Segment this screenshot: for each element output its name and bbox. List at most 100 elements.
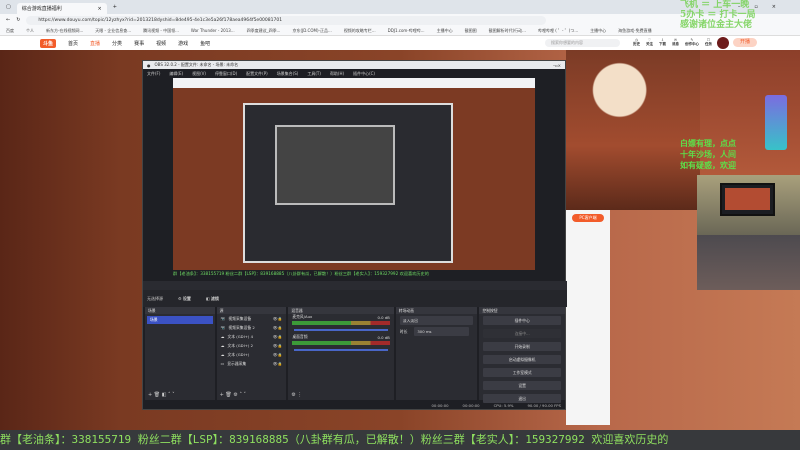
transition-select[interactable]: 淡入淡出 [399,316,474,325]
desktop-volume-slider[interactable] [294,349,388,351]
bookmark[interactable]: 哔哩哔哩 ( ゜- ゜)つ... [538,28,578,34]
nav-home[interactable]: 首页 [68,40,78,47]
no-source-label: 无选择源 [147,295,163,301]
menu-plugins[interactable]: 插件中心(C) [353,71,375,77]
mixer-dock: 混音器 麦克风/Aux 0.0 dB 桌面音频 0.0 dB ⚙ ⋮ [288,307,394,400]
scene-item[interactable]: 场景 [147,316,213,324]
messages-button[interactable]: ✉ 消息 [672,38,679,47]
search-input[interactable]: 搜索你想要的内容 [545,39,620,47]
history-button[interactable]: ◷ 历史 [633,38,640,47]
menu-help[interactable]: 帮助(H) [330,71,344,77]
tasks-button[interactable]: ☐ 任务 [705,38,712,47]
plugin-center-button[interactable]: 插件中心 [483,316,561,325]
bookmark[interactable]: 个人 [26,28,34,34]
obs-menu-bar: 文件(F) 编辑(E) 视图(V) 停靠窗口(D) 配置文件(P) 场景集合(S) 工具(T… [143,69,565,78]
bookmark[interactable]: 视频的攻略专栏... [344,28,376,34]
webcam-lower [697,235,800,290]
obs-preview[interactable] [173,78,535,270]
obs-window-controls[interactable]: –▫× [553,63,561,68]
reload-icon[interactable]: ↻ [16,17,20,23]
bookmark[interactable]: 截图解析时代(行动... [489,28,526,34]
overlay-top-text: 飞机 ＝ 上车一晚 5办卡 ＝ 打卡一局 感谢诸位金主大佬 [680,0,756,30]
nav-category[interactable]: 分类 [112,40,122,47]
source-item[interactable]: ☁ 文本 (GDI+) 👁🔒 [217,350,287,359]
bookmark[interactable]: 天眼 - 企业信息查... [95,28,131,34]
nav-events[interactable]: 赛事 [134,40,144,47]
menu-tools[interactable]: 工具(T) [307,71,321,77]
nav-video[interactable]: 视频 [156,40,166,47]
obs-logo-icon: ● [147,62,151,68]
creator-center-button[interactable]: ✎ 创作中心 [685,38,699,47]
event-badge[interactable] [765,95,787,150]
mixer-title: 混音器 [288,307,394,314]
settings-button[interactable]: 设置 [483,381,561,390]
tab-actions-icon[interactable]: ▢ [6,4,11,10]
new-tab-icon[interactable]: + [113,4,117,10]
bookmark[interactable]: 截图图 [465,28,477,34]
webcam-monitor [720,183,775,216]
url-input[interactable]: https://www.douyu.com/topic/12yzhyx?rid=… [26,15,547,25]
source-item[interactable]: 📷 视频采集设备 2 👁🔒 [217,323,287,332]
scene-actions[interactable]: + 🗑 ◧ ˄ ˅ [148,392,175,398]
bookmark[interactable]: 百度 [6,28,14,34]
fps: 90.00 / 90.00 FPS [527,402,561,408]
stream-status-button[interactable]: 连接中... [483,329,561,338]
source-item[interactable]: 📷 视频采集设备 👁🔒 [217,314,287,323]
pc-client-button[interactable]: PC客户端 [572,214,604,222]
site-header: 斗鱼 首页 直播 分类 赛事 视频 游戏 鱼吧 搜索你想要的内容 ◷ 历史 ♡ 关注… [0,36,800,50]
close-tab-icon[interactable]: × [98,6,102,12]
browser-tab[interactable]: 综合游戏直播福利 × [16,3,107,14]
bookmark[interactable]: 京东(JD.COM)-正品... [292,28,331,34]
menu-scene-collection[interactable]: 场景集合(S) [277,71,299,77]
mixer-actions[interactable]: ⚙ ⋮ [291,392,302,398]
visibility-lock-icons: 👁🔒 [272,343,283,348]
source-actions[interactable]: + 🗑 ⚙ ˄ ˅ [220,392,246,398]
go-live-button[interactable]: 开播 [733,38,757,47]
obs-title: OBS 32.0.2 - 配置文件: 未命名 - 场景: 未命名 [154,62,239,67]
nav-live[interactable]: 直播 [90,40,100,47]
bookmark[interactable]: 新东方-在线视频网... [46,28,83,34]
scenes-dock: 场景 场景 + 🗑 ◧ ˄ ˅ [145,307,215,400]
sources-title: 源 [216,307,287,314]
menu-edit[interactable]: 编辑(E) [169,71,183,77]
menu-profile[interactable]: 配置文件(P) [246,71,268,77]
bookmark[interactable]: 主播中心 [437,28,453,34]
bookmark[interactable]: DDJ1.com-哔哩哔... [388,28,425,34]
virtual-camera-button[interactable]: 启动虚拟摄像机 [483,355,561,364]
preview-nested-obs-2 [275,125,395,205]
source-item[interactable]: ☁ 文本 (GDI+) 2 👁🔒 [217,341,287,350]
studio-mode-button[interactable]: 工作室模式 [483,368,561,377]
mic-volume-slider[interactable] [294,329,388,331]
anime-artwork [566,50,700,210]
bookmark[interactable]: 海鱼游戏-免费直播 [618,28,651,34]
download-button[interactable]: ⇩ 下载 [659,38,666,47]
bookmark[interactable]: War Thunder - 2013... [191,28,235,33]
duration-input[interactable]: 300 ms [414,327,470,336]
source-item[interactable]: ☁ 文本 (GDI+) 4 👁🔒 [217,332,287,341]
scenes-title: 场景 [145,307,215,314]
visibility-lock-icons: 👁🔒 [272,352,283,357]
bookmark[interactable]: 腾讯视频 - 中国领... [143,28,179,34]
bookmark[interactable]: 主播中心 [590,28,606,34]
menu-view[interactable]: 视图(V) [192,71,206,77]
site-logo[interactable]: 斗鱼 [40,38,57,48]
menu-file[interactable]: 文件(F) [147,71,160,77]
overlay-right-text: 白嫖有理，点点 十年沙场，人间 如有疑惑，欢迎 [680,138,736,170]
source-settings-button[interactable]: ⚙ 设置 [178,296,191,302]
stream-time: 00:00:00 [431,402,449,408]
nav-fishbar[interactable]: 鱼吧 [200,40,210,47]
visibility-lock-icons: 👁🔒 [272,316,283,321]
menu-docks[interactable]: 停靠窗口(D) [215,71,237,77]
chat-panel: PC客户端 [566,210,610,425]
follow-button[interactable]: ♡ 关注 [646,38,653,47]
tab-title: 综合游戏直播福利 [21,6,62,12]
back-icon[interactable]: ← [6,17,10,23]
avatar[interactable] [717,37,729,49]
visibility-lock-icons: 👁🔒 [272,325,283,330]
source-filters-button[interactable]: ◧ 滤镜 [206,296,219,302]
source-item[interactable]: ▭ 显示器采集 👁🔒 [217,359,287,368]
start-recording-button[interactable]: 开始录制 [483,342,561,351]
transitions-dock: 转场动画 淡入淡出 时长 300 ms [395,307,478,400]
bookmark[interactable]: 四季度建议_四季... [247,28,281,34]
nav-games[interactable]: 游戏 [178,40,188,47]
